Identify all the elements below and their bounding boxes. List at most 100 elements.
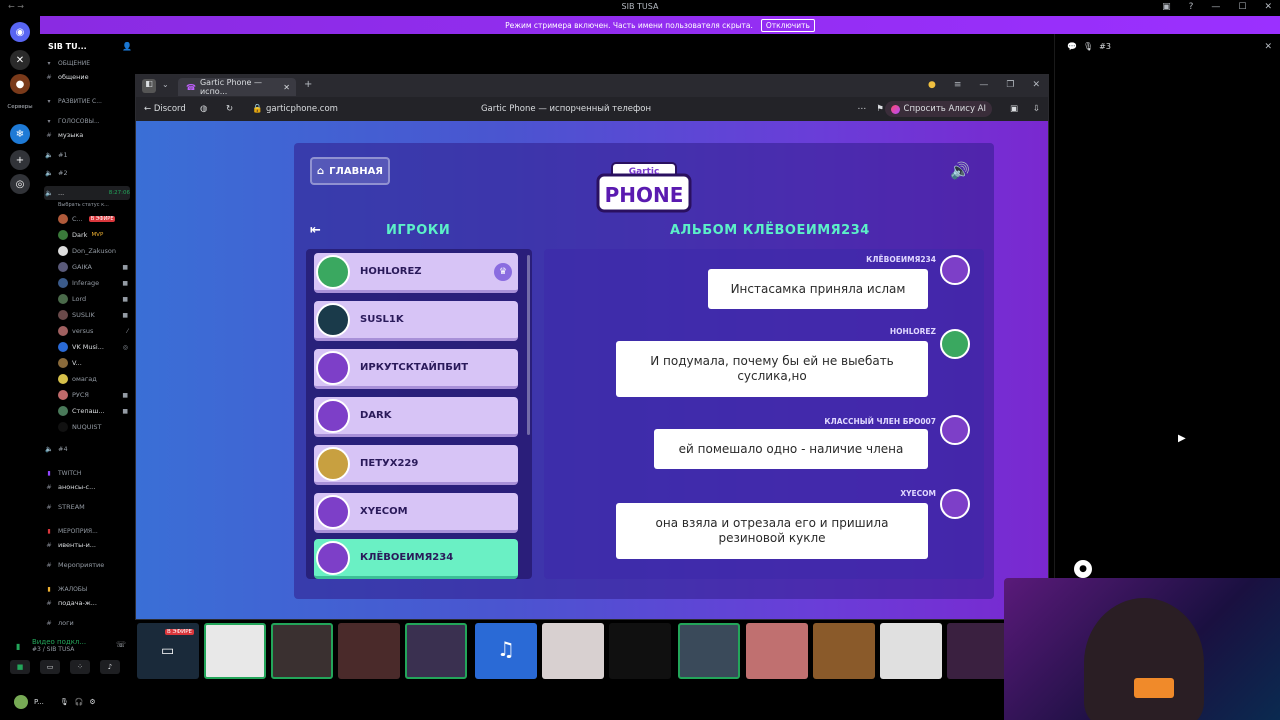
voice-member[interactable]: Don_Zakuson	[44, 244, 130, 258]
participant-tile[interactable]	[609, 623, 671, 679]
more-icon[interactable]: ⋯	[858, 104, 867, 114]
voice-member[interactable]: NUQUIST	[44, 420, 130, 434]
category-row[interactable]: ▾ РАЗВИТИЕ С...	[44, 94, 130, 108]
inbox-icon[interactable]: ▣	[1162, 2, 1171, 12]
chat-icon[interactable]: ▣	[1010, 104, 1018, 114]
exit-icon[interactable]: ⇤	[310, 223, 321, 238]
player-row-current[interactable]: КЛЁВОЕИМЯ234	[314, 539, 518, 579]
voice-member[interactable]: C... В ЭФИРЕ	[44, 212, 130, 226]
voice-member[interactable]: омагад	[44, 372, 130, 386]
microphone-icon[interactable]: 🎙	[60, 698, 69, 706]
channel-row[interactable]: # подача-ж...	[44, 596, 130, 610]
voice-member[interactable]: Inferage ■	[44, 276, 130, 290]
channel-row[interactable]: # музыка	[44, 128, 130, 142]
new-tab-button[interactable]: +	[304, 79, 312, 90]
server-icon[interactable]: ●	[10, 74, 30, 94]
bookmark-icon[interactable]: ⚑	[876, 104, 884, 114]
close-panel-icon[interactable]: ✕	[1264, 42, 1272, 52]
voice-channel-row[interactable]: 🔈 #2	[44, 166, 130, 180]
maximize-button[interactable]: ☐	[1238, 2, 1246, 12]
explore-icon[interactable]: ◎	[10, 174, 30, 194]
participant-tile[interactable]	[746, 623, 808, 679]
category-row[interactable]: ▮ МЕРОПРИЯ...	[44, 524, 130, 538]
participant-tile[interactable]	[338, 623, 400, 679]
voice-member[interactable]: РУСЯ ■	[44, 388, 130, 402]
voice-member[interactable]: SUSLIK ■	[44, 308, 130, 322]
channel-row[interactable]: # анонсы-с...	[44, 480, 130, 494]
disconnect-icon[interactable]: ☏	[116, 640, 126, 649]
channel-row[interactable]: # логи	[44, 616, 130, 630]
voice-member[interactable]: Степаш... ■	[44, 404, 130, 418]
voice-member[interactable]: GAIKA ■	[44, 260, 130, 274]
soundboard-button[interactable]: ♪	[100, 660, 120, 674]
disable-streamer-button[interactable]: Отключить	[760, 18, 815, 32]
player-row[interactable]: XYECOM	[314, 493, 518, 533]
participant-tile[interactable]	[678, 623, 740, 679]
browser-tab[interactable]: ☎ Gartic Phone — испо... ✕	[178, 78, 296, 96]
participant-tile[interactable]: В ЭФИРЕ ▭	[137, 623, 199, 679]
channel-row[interactable]: # ивенты-и...	[44, 538, 130, 552]
category-row[interactable]: ▮ ЖАЛОБЫ	[44, 582, 130, 596]
player-row[interactable]: SUSL1K	[314, 301, 518, 341]
camera-icon: ■	[122, 407, 128, 415]
voice-member[interactable]: versus ⁄	[44, 324, 130, 338]
voice-member[interactable]: V...	[44, 356, 130, 370]
server-icon[interactable]: ✕	[10, 50, 30, 70]
voice-member[interactable]: Dark MVP	[44, 228, 130, 242]
sound-toggle-icon[interactable]: 🔊	[950, 161, 974, 181]
close-button[interactable]: ✕	[1264, 2, 1272, 12]
minimize-button[interactable]: —	[1211, 2, 1220, 12]
tab-close-icon[interactable]: ✕	[283, 83, 290, 92]
participant-tile[interactable]	[204, 623, 266, 679]
add-friend-icon[interactable]: 👤	[122, 42, 132, 51]
add-server-icon[interactable]: +	[10, 150, 30, 170]
category-row[interactable]: ▾ ОБЩЕНИЕ	[44, 56, 130, 70]
speaker-icon: 🔈	[44, 189, 54, 197]
player-row[interactable]: HOHLOREZ ♛	[314, 253, 518, 293]
channel-row[interactable]: # общение	[44, 70, 130, 84]
server-icon-active[interactable]: ❄	[10, 124, 30, 144]
avatar[interactable]	[14, 695, 28, 709]
participant-tile[interactable]	[405, 623, 467, 679]
players-scrollbar[interactable]	[527, 255, 530, 435]
menu-icon[interactable]: ≡	[954, 80, 962, 90]
activity-button[interactable]: ⁘	[70, 660, 90, 674]
ask-alice-button[interactable]: Спросить Алису AI	[884, 101, 992, 117]
category-row[interactable]: ▮ TWITCH	[44, 466, 130, 480]
home-button[interactable]: ⌂ ГЛАВНАЯ	[310, 157, 390, 185]
voice-channel-row[interactable]: 🔈 #4	[44, 442, 130, 456]
streamer-mode-banner: Режим стримера включен. Часть имени поль…	[40, 16, 1280, 34]
settings-gear-icon[interactable]: ⚙	[89, 698, 95, 706]
server-header[interactable]: SIB TU... 👤	[48, 42, 132, 51]
voice-channel-row[interactable]: 🔈 #1	[44, 148, 130, 162]
participant-tile[interactable]	[947, 623, 1009, 679]
participant-tile[interactable]	[542, 623, 604, 679]
profile-icon[interactable]: ●	[928, 80, 936, 90]
screen-share-button[interactable]: ▭	[40, 660, 60, 674]
help-icon[interactable]: ?	[1189, 2, 1194, 12]
browser-window: ◧ ⌄ ☎ Gartic Phone — испо... ✕ + ● ≡ — ❐…	[135, 74, 1049, 620]
participant-tile[interactable]	[813, 623, 875, 679]
participant-tile[interactable]	[880, 623, 942, 679]
restore-button[interactable]: ❐	[1006, 80, 1014, 90]
channel-row[interactable]: # Мероприятие	[44, 558, 130, 572]
close-button[interactable]: ✕	[1032, 80, 1040, 90]
participant-tile[interactable]	[271, 623, 333, 679]
camera-toggle-button[interactable]: ■	[10, 660, 30, 674]
channel-row[interactable]: # STREAM	[44, 500, 130, 514]
player-row[interactable]: DARK	[314, 397, 518, 437]
minimize-button[interactable]: —	[979, 80, 988, 90]
participant-tile[interactable]: ♫	[475, 623, 537, 679]
headphones-icon[interactable]: 🎧	[75, 698, 84, 706]
status-prompt[interactable]: Выбрать статус к...	[44, 198, 130, 212]
voice-member[interactable]: Lord ■	[44, 292, 130, 306]
discord-home-icon[interactable]: ◉	[10, 22, 30, 42]
chat-bubble-icon[interactable]: ●	[1074, 560, 1092, 578]
category-row[interactable]: ▾ ГОЛОСОВЫ...	[44, 114, 130, 128]
player-row[interactable]: ИРКУТСКТАЙПБИТ	[314, 349, 518, 389]
sidebar-toggle-icon[interactable]: ◧	[142, 79, 156, 93]
download-icon[interactable]: ⇩	[1033, 104, 1040, 114]
player-row[interactable]: ПЕТУХ229	[314, 445, 518, 485]
voice-member[interactable]: VK Musi... ◎	[44, 340, 130, 354]
tab-list-icon[interactable]: ⌄	[162, 80, 169, 89]
